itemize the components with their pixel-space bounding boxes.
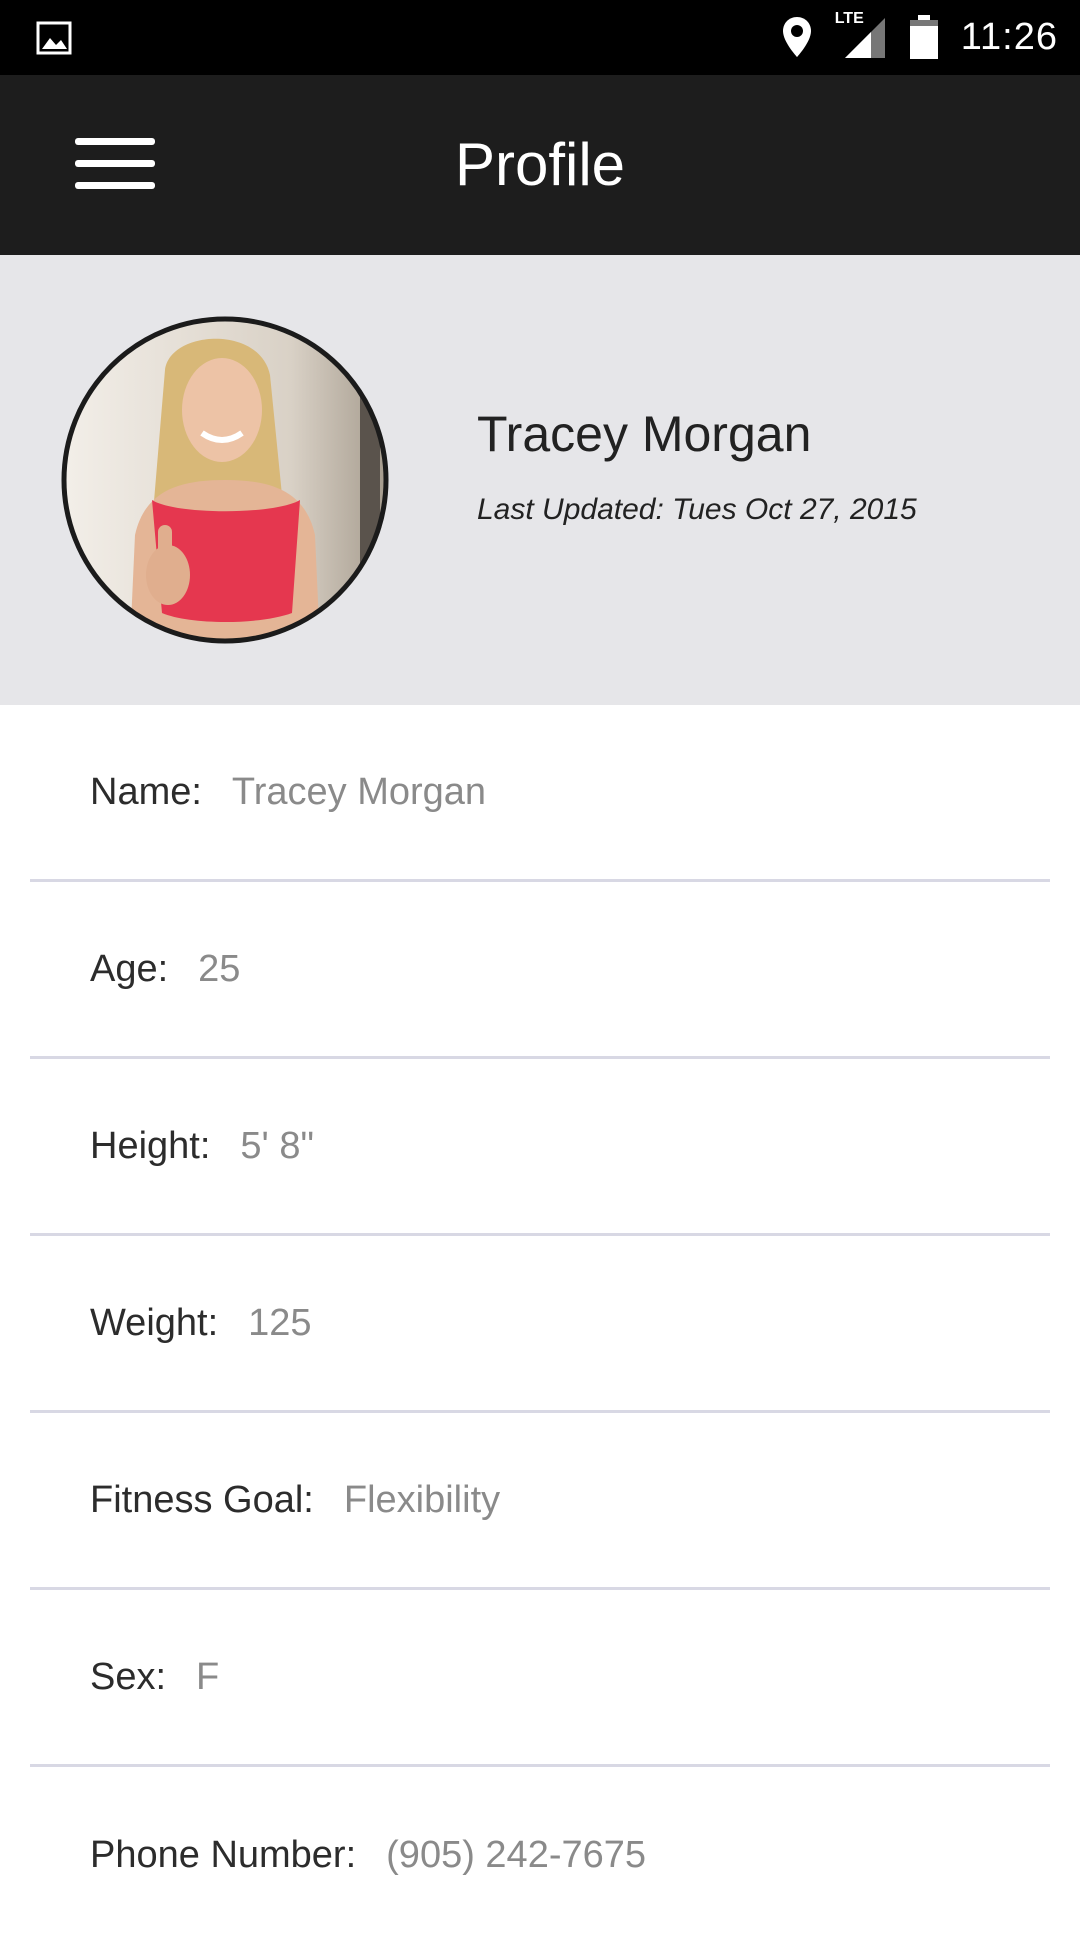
field-row-sex[interactable]: Sex: F — [30, 1590, 1050, 1767]
field-value: (905) 242-7675 — [386, 1834, 647, 1876]
profile-header: Tracey Morgan Last Updated: Tues Oct 27,… — [0, 255, 1080, 705]
hamburger-menu-icon — [75, 138, 155, 189]
field-value: 25 — [198, 947, 241, 990]
field-value: F — [196, 1655, 220, 1698]
field-value: Tracey Morgan — [231, 770, 487, 813]
field-label: Weight: — [90, 1301, 219, 1344]
field-label: Height: — [90, 1124, 211, 1167]
last-updated-text: Last Updated: Tues Oct 27, 2015 — [477, 493, 917, 526]
status-clock: 11:26 — [960, 15, 1058, 58]
field-row-name[interactable]: Name: Tracey Morgan — [30, 705, 1050, 882]
page-title: Profile — [454, 131, 626, 198]
profile-fields-list: Name: Tracey Morgan Age: 25 Height: 5' 8… — [30, 705, 1050, 1944]
status-bar: LTE 11:26 — [0, 0, 1080, 75]
field-row-fitness-goal[interactable]: Fitness Goal: Flexibility — [30, 1413, 1050, 1590]
field-row-weight[interactable]: Weight: 125 — [30, 1236, 1050, 1413]
field-value: 5' 8" — [240, 1124, 314, 1167]
profile-name: Tracey Morgan — [477, 406, 812, 462]
image-icon — [36, 21, 72, 55]
field-label: Age: — [90, 947, 169, 990]
battery-icon — [909, 15, 938, 59]
field-label: Fitness Goal: — [90, 1478, 314, 1521]
location-pin-icon — [782, 17, 811, 57]
app-bar: Profile — [0, 75, 1080, 255]
signal-indicator: LTE — [835, 10, 887, 60]
status-icons: LTE 11:26 — [781, 10, 1058, 62]
signal-icon — [844, 18, 885, 58]
field-row-phone-number[interactable]: Phone Number: (905) 242-7675 — [30, 1767, 1050, 1944]
field-label: Name: — [90, 770, 202, 813]
field-row-height[interactable]: Height: 5' 8" — [30, 1059, 1050, 1236]
field-value: 125 — [248, 1301, 312, 1344]
field-row-age[interactable]: Age: 25 — [30, 882, 1050, 1059]
field-label: Phone Number: — [90, 1834, 357, 1876]
field-label: Sex: — [90, 1655, 167, 1698]
field-value: Flexibility — [343, 1478, 501, 1521]
menu-button[interactable] — [70, 125, 160, 205]
avatar[interactable] — [60, 315, 390, 645]
